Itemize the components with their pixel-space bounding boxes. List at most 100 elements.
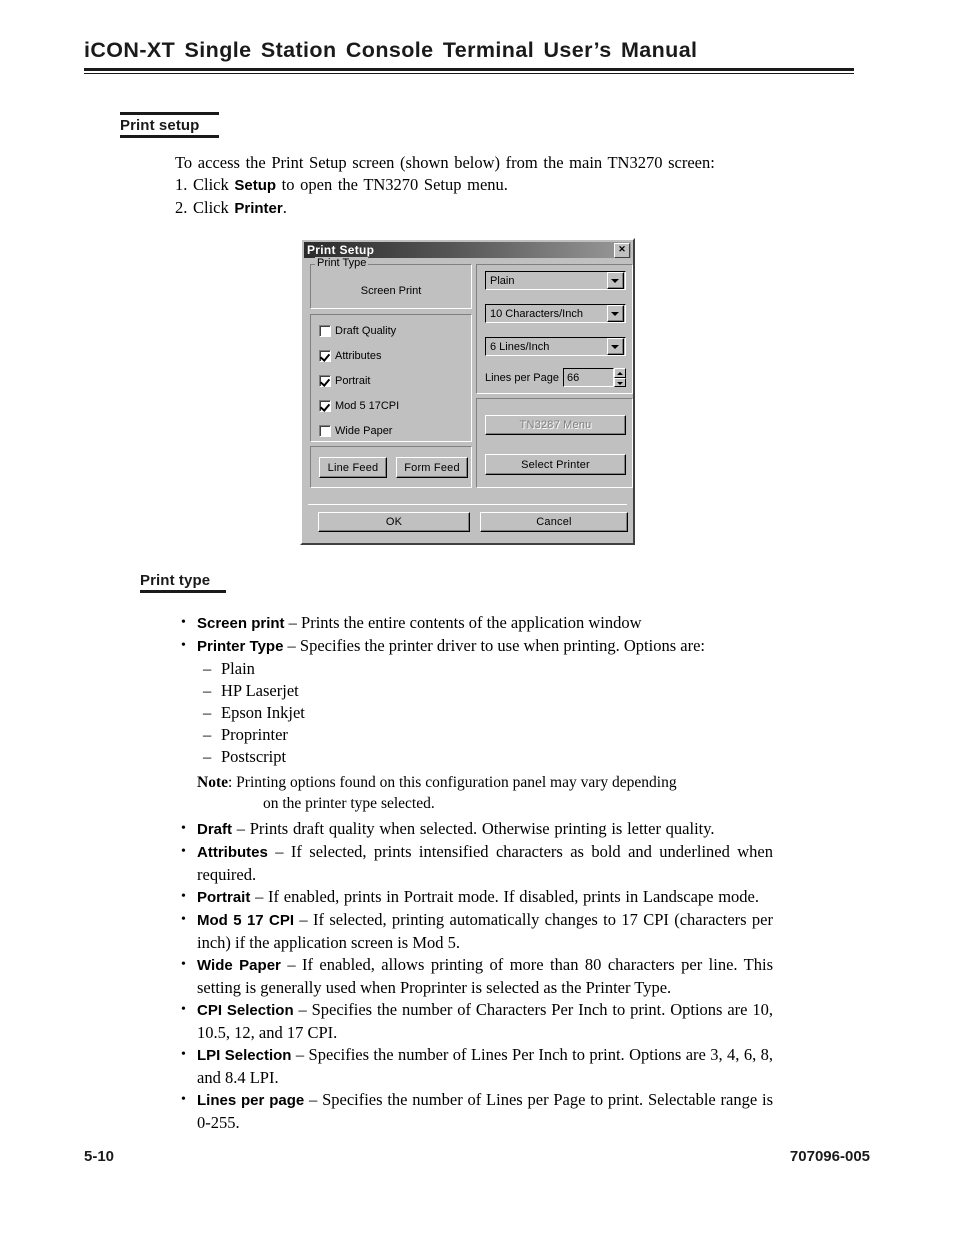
step-item-1: 1. Click Setup to open the TN3270 Setup m… [175,174,755,197]
checkbox-draft-quality-icon[interactable] [319,325,331,337]
bullet-text-portrait: – If enabled, prints in Portrait mode. I… [250,887,759,906]
note-word: Note [197,774,228,791]
ok-button[interactable]: OK [318,512,470,532]
checkbox-row-wide-paper[interactable]: Wide Paper [319,425,392,437]
steps-list: 1. Click Setup to open the TN3270 Setup m… [175,174,755,220]
chevron-down-icon[interactable] [607,305,624,322]
heading-rule-under [120,135,219,138]
print-setup-dialog: Print Setup ✕ Print Type Screen Print Dr… [300,238,635,545]
stepper-up-icon[interactable] [614,368,626,378]
bullet-attributes: Attributes – If selected, prints intensi… [175,841,773,886]
lines-per-page-input[interactable]: 66 [563,368,614,387]
cpi-value: 10 Characters/Inch [490,307,583,320]
cancel-button[interactable]: Cancel [480,512,628,532]
lpi-combo[interactable]: 6 Lines/Inch [485,337,626,356]
print-type-bullet-list: Screen print – Prints the entire content… [175,612,773,1134]
note-line-1: Note: Printing options found on this con… [197,772,773,793]
page-header: iCON-XT Single Station Console Terminal … [84,38,854,74]
printer-settings-group: Plain 10 Characters/Inch 6 Lines/Inch Li… [476,264,633,394]
step-text-pre-1: Click [193,175,235,194]
printer-option-epson-inkjet: Epson Inkjet [175,702,773,724]
checkbox-label-draft-quality: Draft Quality [335,325,397,337]
feed-buttons-group: Line Feed Form Feed [310,446,472,488]
bullet-wide-paper: Wide Paper – If enabled, allows printing… [175,954,773,999]
checkbox-row-portrait[interactable]: Portrait [319,375,370,387]
bullet-draft: Draft – Prints draft quality when select… [175,818,773,841]
tn3287-menu-button: TN3287 Menu [485,415,626,435]
intro-paragraph: To access the Print Setup screen (shown … [175,153,715,172]
dialog-body: Print Type Screen Print Draft Quality At… [304,257,633,541]
bullet-text-printer-type: – Specifies the printer driver to use wh… [283,636,705,655]
section-heading-print-setup: Print setup [120,112,219,138]
printer-option-proprinter: Proprinter [175,724,773,746]
step-text-pre-2: Click [193,198,235,217]
checkbox-mod5-17cpi-icon[interactable] [319,400,331,412]
note-text-line-2: on the printer type selected. [263,795,435,812]
header-rule-thick [84,68,854,71]
document-number: 707096-005 [789,1148,870,1165]
lines-per-page-row: Lines per Page 66 [485,367,626,388]
step-bold-2: Printer [234,200,283,217]
bullet-lpi-selection: LPI Selection – Specifies the number of … [175,1044,773,1089]
bullet-term-mod5-17cpi: Mod 5 17 CPI [197,912,295,929]
bullet-term-lines-per-page: Lines per page [197,1092,305,1109]
dialog-footer: OK Cancel [308,504,628,537]
bullet-screen-print: Screen print – Prints the entire content… [175,612,773,635]
step-number-1: 1. [175,175,188,194]
heading-label-print-type: Print type [140,572,211,589]
select-printer-button[interactable]: Select Printer [485,454,626,475]
bullet-printer-type: Printer Type – Specifies the printer dri… [175,635,773,658]
checkbox-label-attributes: Attributes [335,350,382,362]
intro-block: To access the Print Setup screen (shown … [175,152,755,220]
printer-option-postscript: Postscript [175,746,773,768]
stepper-down-icon[interactable] [614,377,626,387]
step-bold-1: Setup [234,177,277,194]
cpi-combo[interactable]: 10 Characters/Inch [485,304,626,323]
heading-rule-under-print-type [140,590,226,593]
printer-type-value: Plain [490,274,515,287]
bullet-text-screen-print: – Prints the entire contents of the appl… [284,613,642,632]
printer-type-combo[interactable]: Plain [485,271,626,290]
printer-option-hp-laserjet: HP Laserjet [175,680,773,702]
step-text-post-1: to open the TN3270 Setup menu. [276,175,508,194]
checkbox-label-wide-paper: Wide Paper [335,425,393,437]
checkbox-label-portrait: Portrait [335,375,371,387]
print-type-legend: Print Type [315,257,369,269]
print-options-group: Draft Quality Attributes Portrait Mod 5 … [310,314,472,442]
bullet-text-attributes: – If selected, prints intensified charac… [197,842,773,884]
heading-rule-over [120,112,219,115]
bullet-term-lpi-selection: LPI Selection [197,1047,292,1064]
screen-print-value: Screen Print [360,285,422,297]
bullet-term-wide-paper: Wide Paper [197,957,281,974]
header-rule-thin [84,73,854,74]
dialog-titlebar: Print Setup ✕ [304,242,631,258]
heading-label-print-setup: Print setup [120,117,200,134]
bullet-term-printer-type: Printer Type [197,638,284,655]
print-type-group: Print Type Screen Print [310,257,472,309]
chevron-down-icon[interactable] [607,272,624,289]
lines-per-page-label: Lines per Page [485,371,559,384]
page-footer: 5-10 707096-005 [84,1148,870,1165]
checkbox-attributes-icon[interactable] [319,350,331,362]
checkbox-row-attributes[interactable]: Attributes [319,350,381,362]
chevron-down-icon[interactable] [607,338,624,355]
checkbox-label-mod5-17cpi: Mod 5 17CPI [335,400,400,412]
checkbox-row-draft-quality[interactable]: Draft Quality [319,325,396,337]
manual-title: iCON-XT Single Station Console Terminal … [84,38,698,62]
checkbox-wide-paper-icon[interactable] [319,425,331,437]
bullet-text-wide-paper: – If enabled, allows printing of more th… [197,955,773,997]
bullet-term-draft: Draft [197,821,233,838]
lpi-value: 6 Lines/Inch [490,340,550,353]
bullet-term-screen-print: Screen print [197,615,285,632]
section-heading-print-type: Print type [140,572,226,593]
line-feed-button[interactable]: Line Feed [319,457,387,478]
checkbox-portrait-icon[interactable] [319,375,331,387]
step-text-post-2: . [282,198,287,217]
close-icon[interactable]: ✕ [614,242,630,258]
bullet-cpi-selection: CPI Selection – Specifies the number of … [175,999,773,1044]
form-feed-button[interactable]: Form Feed [396,457,468,478]
checkbox-row-mod5-17cpi[interactable]: Mod 5 17CPI [319,400,399,412]
dialog-title: Print Setup [307,243,375,257]
note-block: Note: Printing options found on this con… [175,772,773,814]
lines-per-page-stepper[interactable] [614,368,626,387]
